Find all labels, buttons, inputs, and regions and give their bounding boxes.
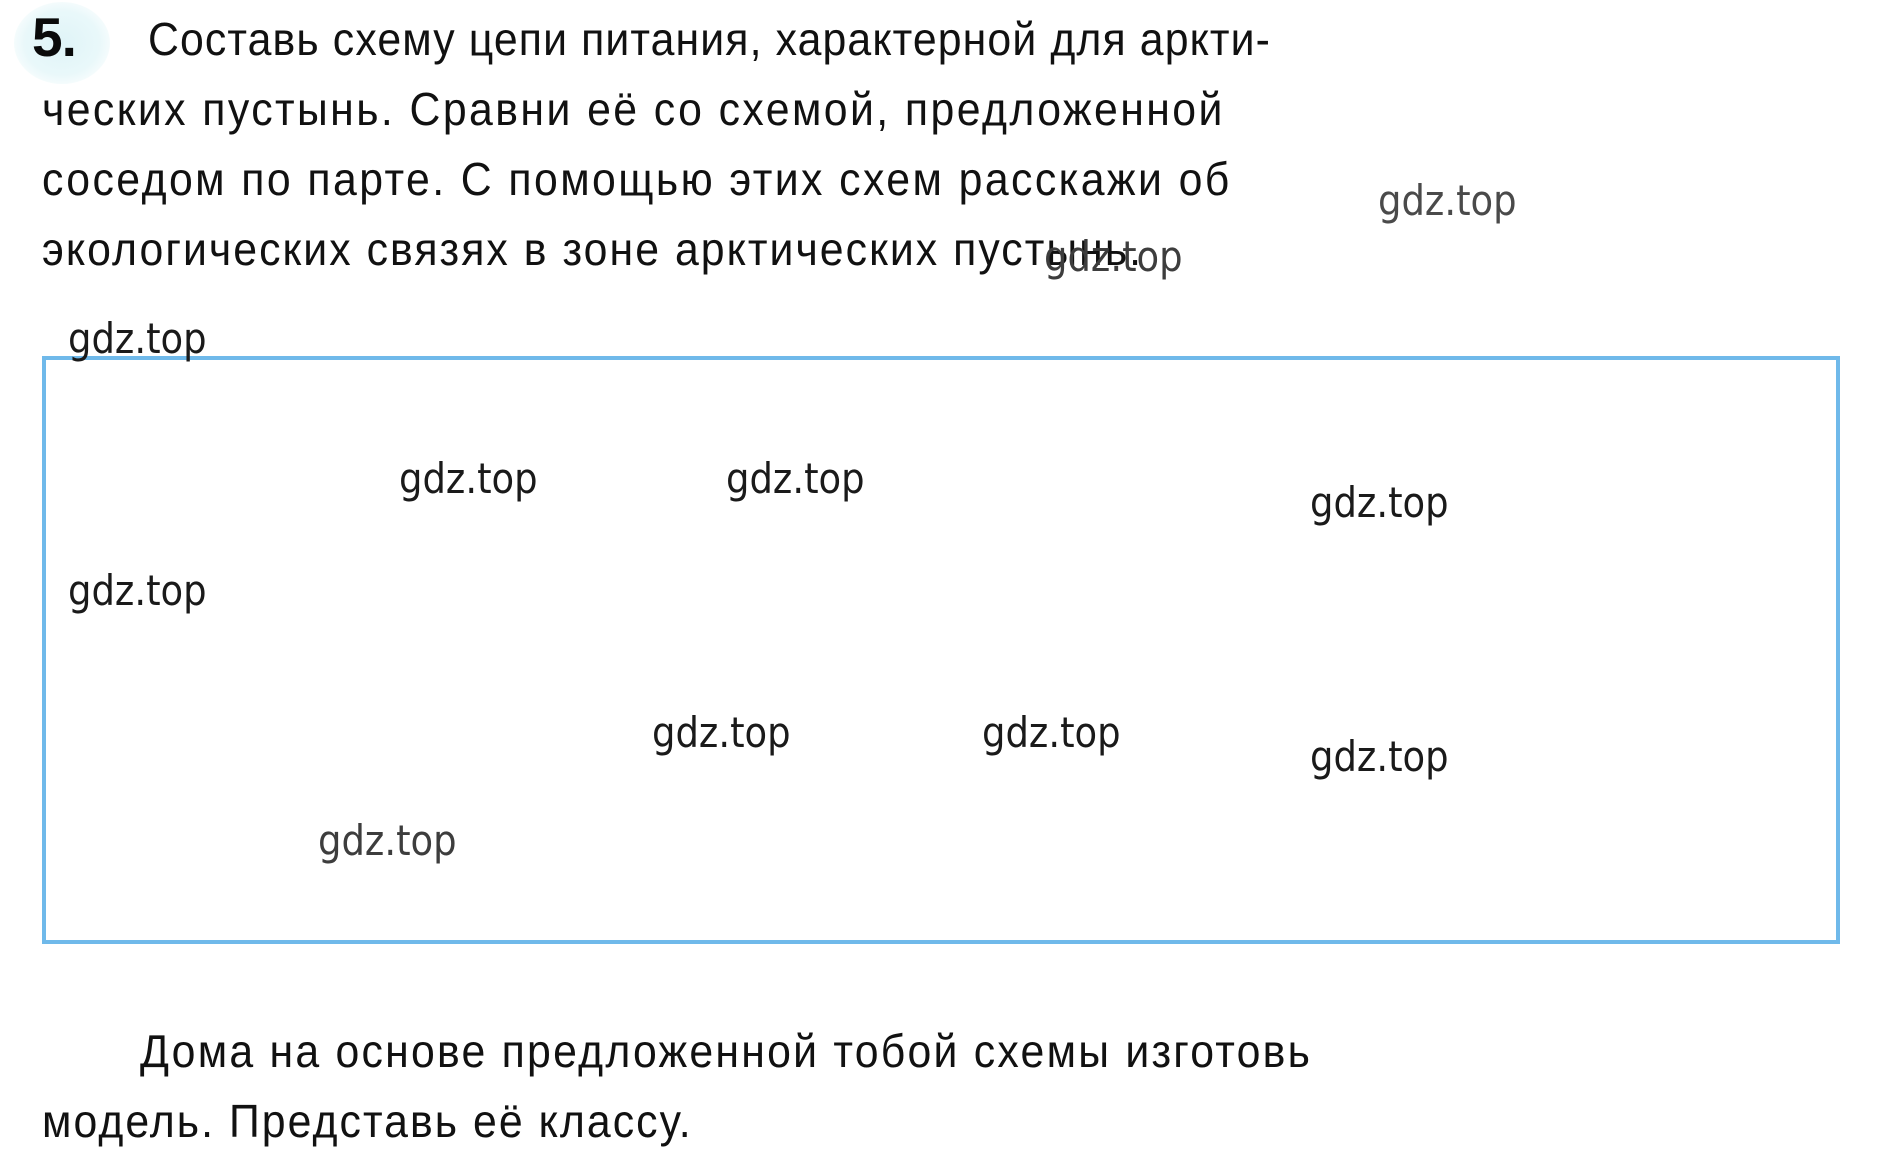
answer-box[interactable] bbox=[42, 356, 1840, 944]
task-number-badge: 5. bbox=[14, 2, 114, 86]
task-prompt-line-4: экологических связях в зоне арктических … bbox=[42, 223, 1144, 275]
watermark-text: gdz.top bbox=[1378, 176, 1517, 225]
task-number-label: 5. bbox=[32, 6, 77, 68]
task-closing-line-2: модель. Представь её классу. bbox=[42, 1095, 693, 1147]
task-prompt-line-1: Составь схему цепи питания, характерной … bbox=[148, 13, 1272, 65]
watermark-text: gdz.top bbox=[68, 314, 207, 363]
task-prompt-line-3: соседом по парте. С помощью этих схем ра… bbox=[42, 153, 1232, 205]
worksheet-page: 5. Составь схему цепи питания, характерн… bbox=[0, 0, 1888, 1164]
task-prompt-line-2: ческих пустынь. Сравни её со схемой, пре… bbox=[42, 83, 1225, 135]
task-closing-line-1: Дома на основе предложенной тобой схемы … bbox=[140, 1025, 1313, 1077]
